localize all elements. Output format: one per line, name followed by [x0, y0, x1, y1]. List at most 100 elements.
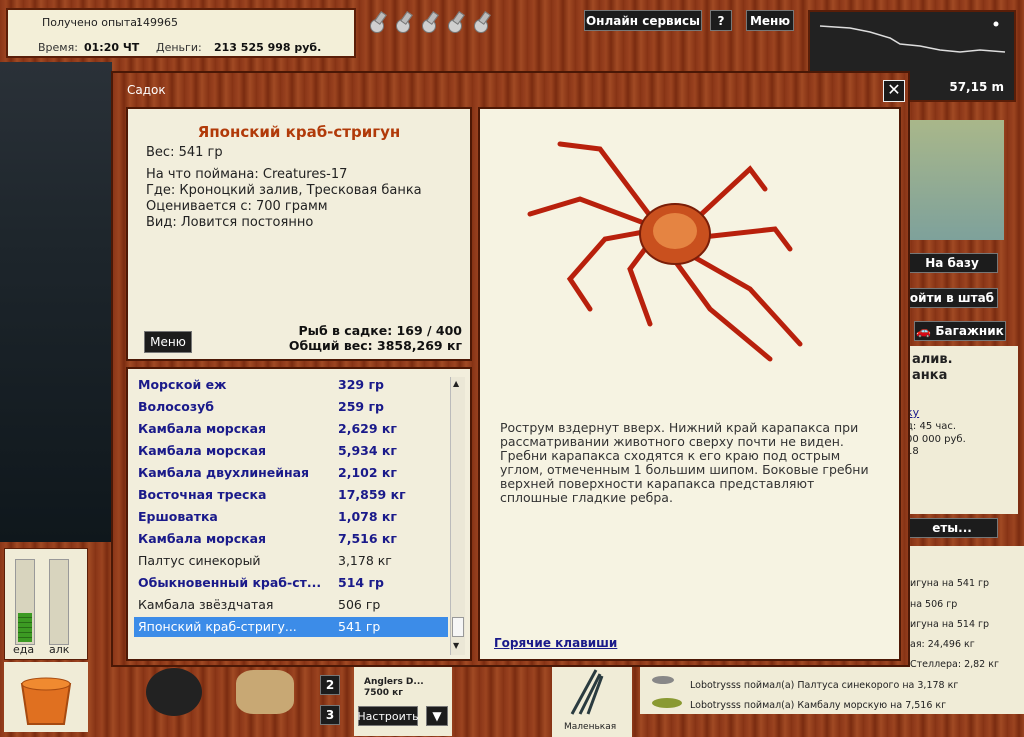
- bottle-icon[interactable]: [366, 12, 384, 34]
- cooking-pot-icon[interactable]: [146, 668, 202, 716]
- bottles-bar: [366, 12, 496, 37]
- trunk-label: Багажник: [935, 324, 1004, 338]
- fish-name: Японский краб-стригун: [197, 123, 401, 141]
- location-map[interactable]: [910, 120, 1004, 240]
- car-icon: 🚗: [916, 324, 936, 338]
- feed-line: ая: 24,496 кг: [910, 639, 975, 650]
- needs-meters: еда алк: [4, 548, 88, 660]
- fish-bait: На что поймана: Creatures-17: [146, 167, 348, 182]
- dropdown-button[interactable]: ▼: [426, 706, 448, 726]
- fish-list-weight: 259 гр: [338, 399, 384, 414]
- fish-description-panel: Рострум вздернут вверх. Нижний край кара…: [478, 107, 901, 661]
- hotkeys-link[interactable]: Горячие клавиши: [494, 636, 617, 650]
- online-services-button[interactable]: Онлайн сервисы: [584, 10, 702, 31]
- fish-list-name: Камбала морская: [138, 421, 267, 436]
- fish-list-weight: 1,078 кг: [338, 509, 397, 524]
- fish-list-row[interactable]: Ершоватка 1,078 кг: [134, 507, 448, 527]
- lure-card[interactable]: Маленькая: [552, 660, 632, 737]
- fish-list-row[interactable]: Обыкновенный краб-ст... 514 гр: [134, 573, 448, 593]
- bucket-slot[interactable]: [4, 662, 88, 732]
- fish-list-row[interactable]: Японский краб-стригу... 541 гр: [134, 617, 448, 637]
- bottle-icon[interactable]: [392, 12, 410, 34]
- fish-count: Рыб в садке: 169 / 400: [298, 323, 462, 338]
- menu-top-button[interactable]: Меню: [746, 10, 794, 31]
- trunk-button[interactable]: 🚗 Багажник: [914, 321, 1006, 341]
- fish-info-panel: Японский краб-стригун Вес: 541 гр На что…: [126, 107, 472, 361]
- sea-scene: [0, 62, 112, 542]
- fish-list-name: Камбала звёздчатая: [138, 597, 274, 612]
- info-line2: 00 000 руб.: [906, 434, 966, 445]
- fish-list-row[interactable]: Палтус синекорый 3,178 кг: [134, 551, 448, 571]
- close-icon: ✕: [887, 80, 901, 99]
- fish-list-row[interactable]: Камбала морская 7,516 кг: [134, 529, 448, 549]
- alc-meter: [49, 559, 69, 645]
- bucket-icon: [20, 677, 72, 725]
- lure-label: Маленькая: [564, 722, 617, 732]
- fish-list-name: Камбала морская: [138, 531, 267, 546]
- fish-menu-button[interactable]: Меню: [144, 331, 192, 353]
- fish-type: Вид: Ловится постоянно: [146, 215, 314, 230]
- fish-list-row[interactable]: Морской еж 329 гр: [134, 375, 448, 395]
- boat-weight: 7500 кг: [364, 688, 403, 698]
- food-meter: [15, 559, 35, 645]
- landing-net-icon[interactable]: [236, 670, 294, 714]
- feed-line: игуна на 541 гр: [910, 578, 990, 589]
- to-base-button[interactable]: На базу: [906, 253, 998, 273]
- boat-name: Anglers D...: [364, 677, 424, 687]
- fish-list-weight: 506 гр: [338, 597, 381, 612]
- location-info: алив. анка ку д: 45 час. 00 000 руб. 18: [906, 346, 1018, 514]
- feed-line: игуна на 514 гр: [910, 619, 990, 630]
- scroll-down-icon[interactable]: ▼: [453, 641, 459, 650]
- fish-list-name: Обыкновенный краб-ст...: [138, 575, 322, 590]
- slot-2-button[interactable]: 2: [320, 675, 340, 695]
- fish-list-weight: 5,934 кг: [338, 443, 397, 458]
- fish-list-weight: 3,178 кг: [338, 553, 392, 568]
- setup-button[interactable]: Настроить: [357, 706, 419, 726]
- fish-list-row[interactable]: Камбала морская 5,934 кг: [134, 441, 448, 461]
- help-button[interactable]: ?: [710, 10, 732, 31]
- scroll-thumb[interactable]: [452, 617, 464, 637]
- to-hq-button[interactable]: ойти в штаб: [906, 288, 998, 308]
- depth-value: 57,15 m: [949, 80, 1004, 94]
- fish-list-name: Восточная треска: [138, 487, 267, 502]
- fish-icon: [652, 698, 682, 708]
- fish-list-weight: 329 гр: [338, 377, 384, 392]
- fish-list-name: Ершоватка: [138, 509, 218, 524]
- fish-list-name: Волосозуб: [138, 399, 214, 414]
- info-line1: д: 45 час.: [906, 421, 957, 432]
- fish-list-row[interactable]: Волосозуб 259 гр: [134, 397, 448, 417]
- fish-min-weight: Оценивается с: 700 грамм: [146, 199, 328, 214]
- more-button[interactable]: еты...: [906, 518, 998, 538]
- bottle-icon[interactable]: [444, 12, 462, 34]
- scroll-up-icon[interactable]: ▲: [453, 379, 459, 388]
- fish-list-name: Морской еж: [138, 377, 227, 392]
- feed-line: на 506 гр: [910, 599, 958, 610]
- fish-list-weight: 7,516 кг: [338, 531, 397, 546]
- food-meter-fill: [18, 612, 32, 642]
- list-scrollbar[interactable]: ▲ ▼: [450, 377, 465, 655]
- fish-list-row[interactable]: Камбала звёздчатая 506 гр: [134, 595, 448, 615]
- close-button[interactable]: ✕: [883, 80, 905, 102]
- exp-value: 149965: [136, 16, 178, 29]
- fish-list-row[interactable]: Восточная треска 17,859 кг: [134, 485, 448, 505]
- money-value: 213 525 998 руб.: [214, 41, 322, 54]
- chevron-down-icon: ▼: [432, 709, 442, 723]
- fish-list-weight: 2,102 кг: [338, 465, 397, 480]
- fish-list-weight: 514 гр: [338, 575, 384, 590]
- fish-description: Рострум вздернут вверх. Нижний край кара…: [500, 420, 869, 505]
- exp-label: Получено опыта:: [42, 16, 141, 29]
- bottle-icon[interactable]: [470, 12, 488, 34]
- fish-list-row[interactable]: Камбала двухлинейная 2,102 кг: [134, 463, 448, 483]
- fish-list-name: Камбала морская: [138, 443, 267, 458]
- crab-image: [527, 141, 803, 362]
- loc-line1: алив.: [912, 352, 953, 367]
- dialog-title: Садок: [127, 83, 166, 97]
- fish-list-row[interactable]: Камбала морская 2,629 кг: [134, 419, 448, 439]
- fish-list-name: Палтус синекорый: [138, 553, 261, 568]
- fish-icon: [652, 676, 674, 684]
- loc-line2: анка: [912, 368, 948, 383]
- alc-label: алк: [49, 643, 70, 656]
- fish-list-weight: 17,859 кг: [338, 487, 406, 502]
- bottle-icon[interactable]: [418, 12, 436, 34]
- slot-3-button[interactable]: 3: [320, 705, 340, 725]
